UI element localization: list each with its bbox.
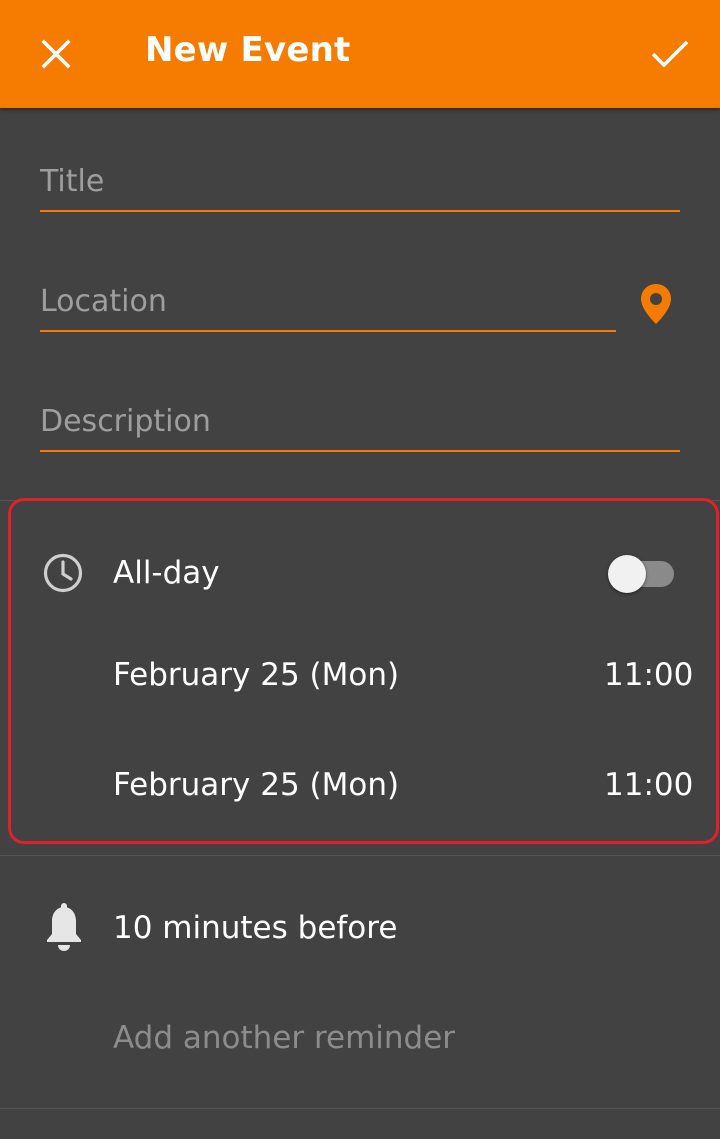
location-field[interactable]	[40, 272, 616, 332]
title-field[interactable]	[40, 152, 680, 212]
toggle-thumb	[608, 555, 646, 593]
clock-icon	[43, 553, 83, 593]
app-bar: New Event	[0, 0, 720, 108]
description-input[interactable]	[40, 392, 680, 439]
end-date[interactable]: February 25 (Mon)	[113, 767, 399, 803]
save-button[interactable]	[640, 24, 700, 84]
start-date[interactable]: February 25 (Mon)	[113, 657, 399, 693]
description-field[interactable]	[40, 392, 680, 452]
reminder-item[interactable]: 10 minutes before	[113, 910, 397, 946]
bell-icon	[47, 903, 81, 951]
divider	[0, 855, 720, 856]
end-time[interactable]: 11:00	[604, 767, 693, 803]
close-button[interactable]	[28, 26, 84, 82]
divider	[0, 1108, 720, 1109]
start-time[interactable]: 11:00	[604, 657, 693, 693]
location-input[interactable]	[40, 272, 616, 319]
close-icon	[41, 39, 71, 69]
check-icon	[651, 40, 689, 68]
location-pin-icon	[641, 284, 671, 324]
add-reminder-button[interactable]: Add another reminder	[113, 1020, 455, 1056]
all-day-label[interactable]: All-day	[113, 555, 220, 591]
title-input[interactable]	[40, 152, 680, 199]
location-pin-button[interactable]	[636, 282, 676, 326]
page-title: New Event	[145, 30, 351, 70]
all-day-toggle[interactable]	[606, 555, 676, 593]
